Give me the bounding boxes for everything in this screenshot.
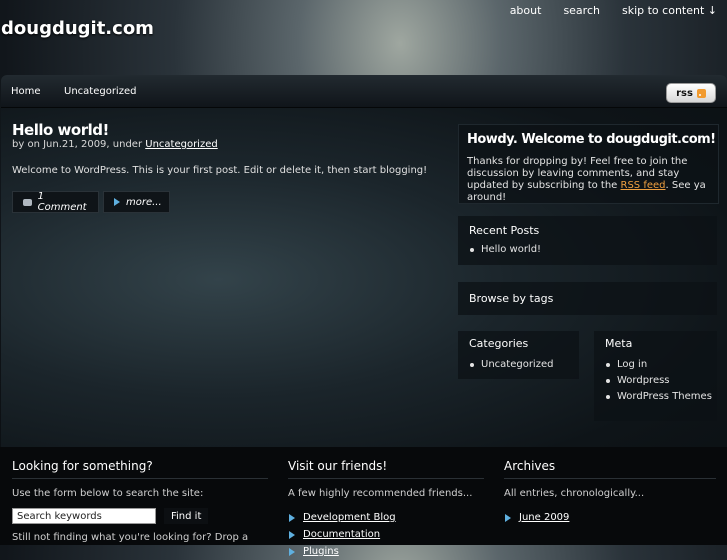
arrow-right-icon xyxy=(114,198,120,206)
skip-to-content-link[interactable]: skip to content ↓ xyxy=(610,4,727,17)
footer-archives-title: Archives xyxy=(504,459,716,479)
footer-search-subtitle: Use the form below to search the site: xyxy=(12,488,204,499)
find-it-button[interactable]: Find it xyxy=(164,508,209,524)
tags-title: Browse by tags xyxy=(469,292,554,305)
meta-wordpress-themes[interactable]: WordPress Themes xyxy=(605,389,713,405)
post-meta-text: by on Jun.21, 2009, under xyxy=(12,139,143,150)
rss-feed-icon xyxy=(696,88,706,98)
archive-link-june-2009[interactable]: June 2009 xyxy=(519,512,569,523)
categories-title: Categories xyxy=(469,337,529,350)
post-meta: by on Jun.21, 2009, under Uncategorized xyxy=(12,139,218,150)
meta-widget: Meta Log in Wordpress WordPress Themes xyxy=(594,331,717,421)
comments-button[interactable]: 1 Comment xyxy=(12,191,99,213)
rss-button[interactable]: rss xyxy=(666,83,716,103)
comment-bubble-icon xyxy=(23,198,32,206)
welcome-widget: Howdy. Welcome to dougdugit.com! Thanks … xyxy=(458,124,719,204)
footer-archives: Archives All entries, chronologically...… xyxy=(504,459,716,526)
post-title[interactable]: Hello world! xyxy=(12,121,109,139)
category-item[interactable]: Uncategorized xyxy=(469,357,553,373)
post-body: Welcome to WordPress. This is your first… xyxy=(12,165,428,176)
nav-home[interactable]: Home xyxy=(11,86,41,97)
site-title[interactable]: dougdugit.com xyxy=(1,18,154,39)
more-button[interactable]: more... xyxy=(103,191,170,213)
navbar: Home Uncategorized rss xyxy=(1,75,727,108)
search-link[interactable]: search xyxy=(551,4,610,17)
site-header: dougdugit.com about search skip to conte… xyxy=(0,0,727,75)
meta-wordpress[interactable]: Wordpress xyxy=(605,373,713,389)
footer-search-title: Looking for something? xyxy=(12,459,268,479)
search-input[interactable] xyxy=(12,508,156,524)
more-label: more... xyxy=(126,196,162,208)
still-not-finding-text: Still not finding what you're looking fo… xyxy=(12,532,249,543)
friend-link-development-blog[interactable]: Development Blog xyxy=(303,512,396,523)
meta-title: Meta xyxy=(605,337,633,350)
meta-login[interactable]: Log in xyxy=(605,357,713,373)
footer-archives-subtitle: All entries, chronologically... xyxy=(504,488,645,499)
footer-search: Looking for something? Use the form belo… xyxy=(12,459,268,543)
comments-label: 1 Comment xyxy=(37,191,87,213)
welcome-title: Howdy. Welcome to dougdugit.com! xyxy=(467,132,716,147)
recent-posts-widget: Recent Posts Hello world! xyxy=(458,216,717,265)
top-links: about search skip to content ↓ xyxy=(498,4,727,17)
about-link[interactable]: about xyxy=(498,4,552,17)
tags-widget: Browse by tags xyxy=(458,282,717,315)
footer-friends-title: Visit our friends! xyxy=(288,459,484,479)
rss-feed-link[interactable]: RSS feed xyxy=(621,180,666,191)
footer-friends-subtitle: A few highly recommended friends... xyxy=(288,488,473,499)
welcome-text: Thanks for dropping by! Feel free to joi… xyxy=(467,156,706,203)
friend-link-plugins[interactable]: Plugins xyxy=(303,546,339,557)
footer: Looking for something? Use the form belo… xyxy=(0,447,727,557)
recent-posts-title: Recent Posts xyxy=(469,224,540,237)
friend-link-documentation[interactable]: Documentation xyxy=(303,529,380,540)
nav-uncategorized[interactable]: Uncategorized xyxy=(64,86,136,97)
rss-label: rss xyxy=(676,87,693,99)
categories-widget: Categories Uncategorized xyxy=(458,331,579,379)
main-content: Home Uncategorized rss Hello world! by o… xyxy=(1,75,727,447)
recent-post-item[interactable]: Hello world! xyxy=(469,242,541,258)
post-category-link[interactable]: Uncategorized xyxy=(145,139,217,150)
